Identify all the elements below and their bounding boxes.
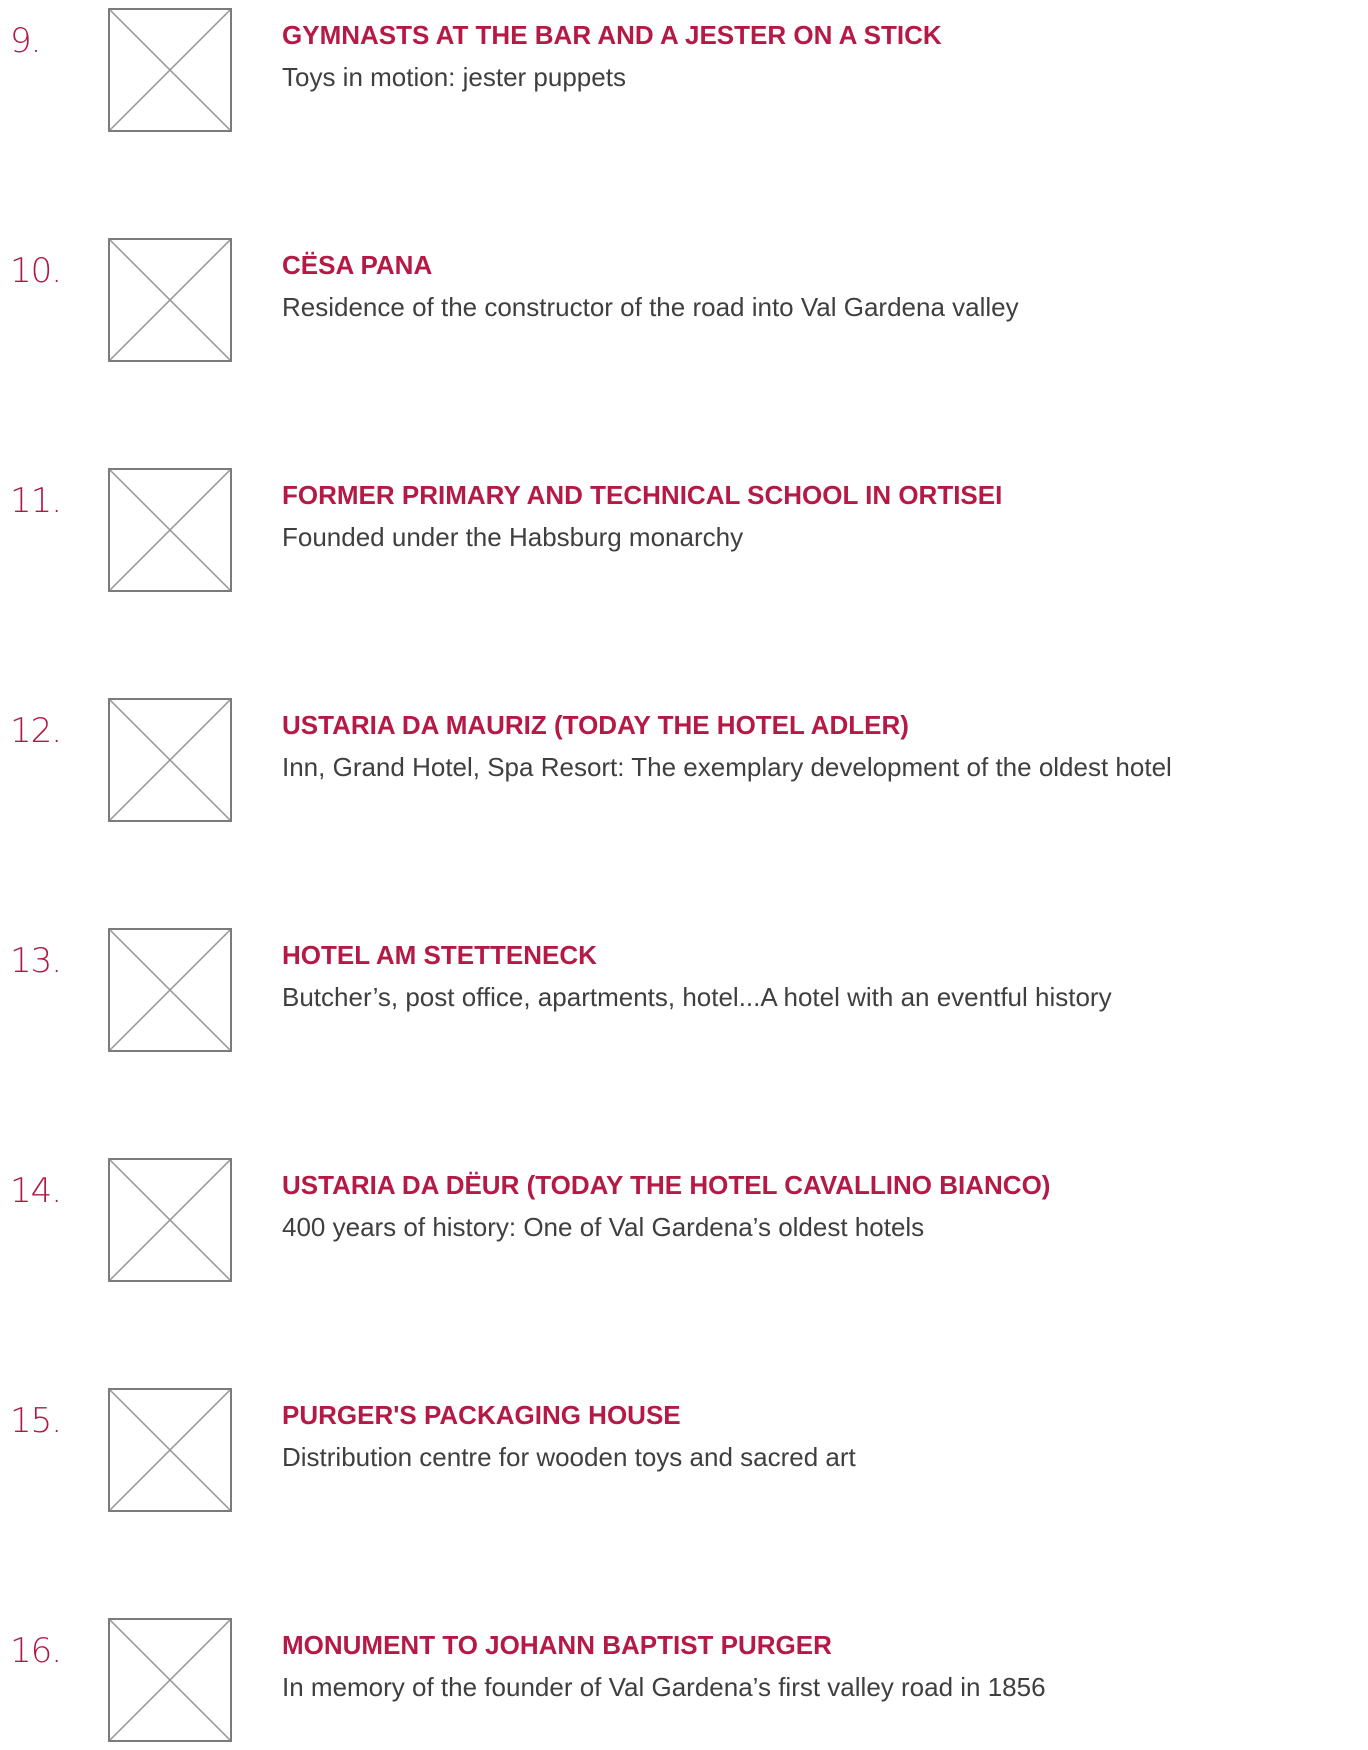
item-number: 10. [10,251,62,291]
list-item: 12. USTARIA DA MAURIZ (TODAY THE HOTEL A… [0,690,1368,830]
poi-list: 9. GYMNASTS AT THE BAR AND A JESTER ON A… [0,0,1368,1742]
item-number: 9. [10,21,41,61]
list-item: 15. PURGER'S PACKAGING HOUSE Distributio… [0,1380,1368,1520]
list-item: 14. USTARIA DA DËUR (TODAY THE HOTEL CAV… [0,1150,1368,1290]
item-number: 12. [10,711,62,751]
broken-image-placeholder-icon[interactable] [108,1158,232,1282]
item-number: 11. [10,481,62,521]
broken-image-placeholder-icon[interactable] [108,468,232,592]
item-subtitle: Residence of the constructor of the road… [282,292,1019,322]
broken-image-placeholder-icon[interactable] [108,8,232,132]
item-title-link[interactable]: GYMNASTS AT THE BAR AND A JESTER ON A ST… [282,20,942,51]
item-number: 14. [10,1171,62,1211]
item-subtitle: Inn, Grand Hotel, Spa Resort: The exempl… [282,752,1172,782]
broken-image-placeholder-icon[interactable] [108,698,232,822]
item-subtitle: Toys in motion: jester puppets [282,62,626,92]
item-subtitle: Founded under the Habsburg monarchy [282,522,744,552]
broken-image-placeholder-icon[interactable] [108,1388,232,1512]
item-title-link[interactable]: CËSA PANA [282,250,432,281]
item-title-link[interactable]: USTARIA DA MAURIZ (TODAY THE HOTEL ADLER… [282,710,909,741]
item-title-link[interactable]: HOTEL AM STETTENECK [282,940,597,971]
item-number: 16. [10,1631,62,1671]
list-item: 9. GYMNASTS AT THE BAR AND A JESTER ON A… [0,0,1368,140]
list-item: 13. HOTEL AM STETTENECK Butcher’s, post … [0,920,1368,1060]
item-subtitle: In memory of the founder of Val Gardena’… [282,1672,1046,1702]
list-item: 10. CËSA PANA Residence of the construct… [0,230,1368,370]
item-number: 15. [10,1401,62,1441]
item-subtitle: Butcher’s, post office, apartments, hote… [282,982,1112,1012]
item-subtitle: 400 years of history: One of Val Gardena… [282,1212,925,1242]
item-title-link[interactable]: USTARIA DA DËUR (TODAY THE HOTEL CAVALLI… [282,1170,1050,1201]
list-item: 16. MONUMENT TO JOHANN BAPTIST PURGER In… [0,1610,1368,1750]
broken-image-placeholder-icon[interactable] [108,238,232,362]
item-title-link[interactable]: FORMER PRIMARY AND TECHNICAL SCHOOL IN O… [282,480,1002,511]
item-title-link[interactable]: MONUMENT TO JOHANN BAPTIST PURGER [282,1630,832,1661]
list-item: 11. FORMER PRIMARY AND TECHNICAL SCHOOL … [0,460,1368,600]
item-number: 13. [10,941,62,981]
item-subtitle: Distribution centre for wooden toys and … [282,1442,856,1472]
broken-image-placeholder-icon[interactable] [108,1618,232,1742]
item-title-link[interactable]: PURGER'S PACKAGING HOUSE [282,1400,681,1431]
broken-image-placeholder-icon[interactable] [108,928,232,1052]
